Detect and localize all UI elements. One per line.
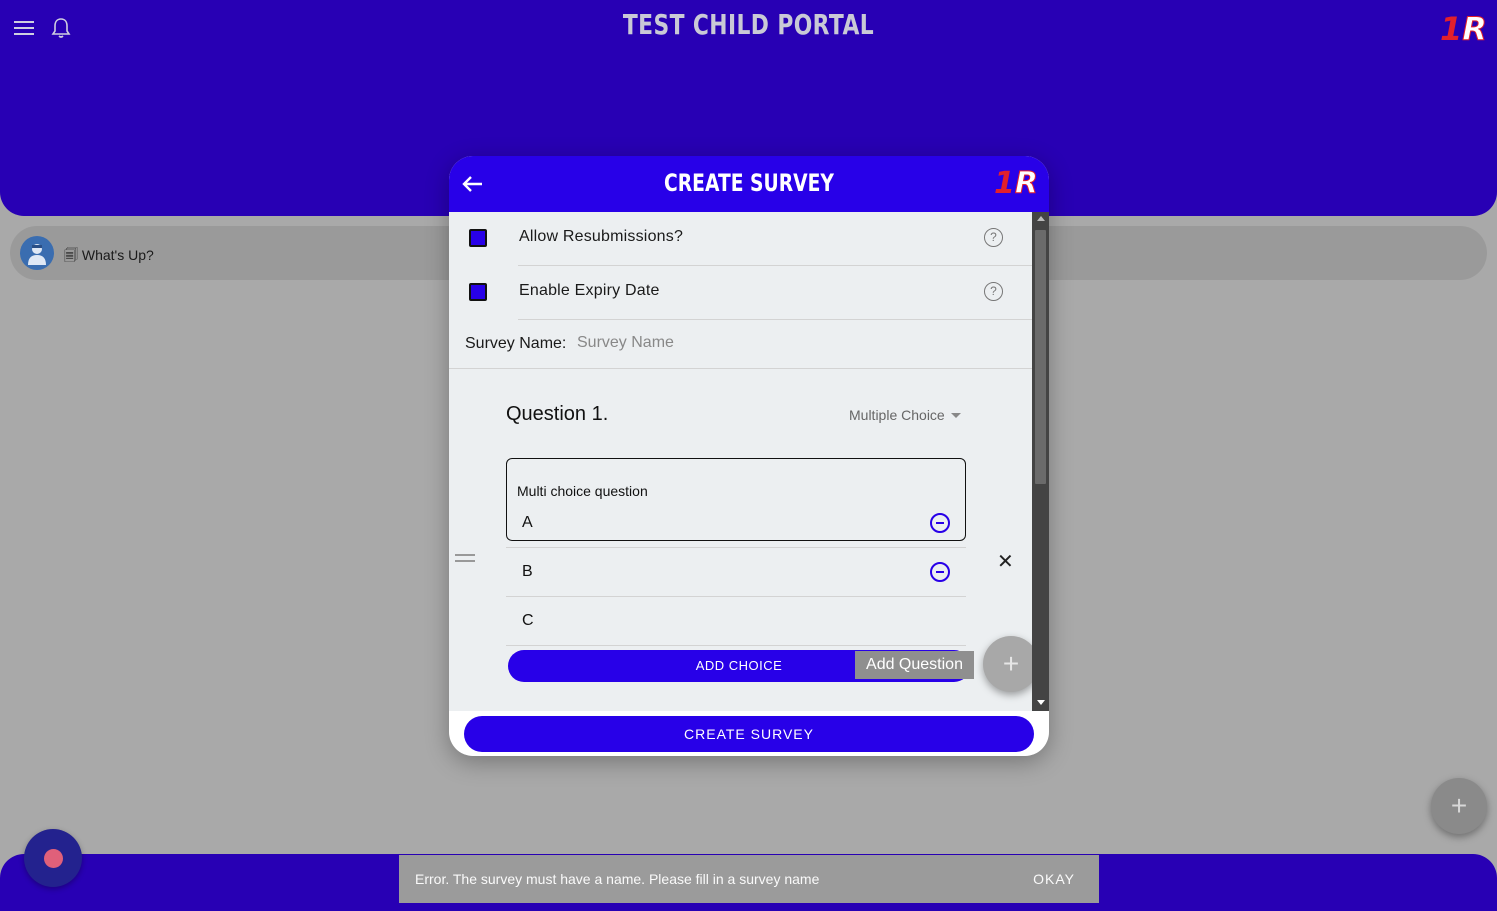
record-dot-icon — [43, 848, 63, 868]
app-logo: 1R — [1440, 10, 1488, 49]
question-title: Question 1. — [506, 403, 609, 425]
scrollbar[interactable] — [1032, 212, 1049, 711]
divider — [518, 319, 1032, 320]
choice-text[interactable]: C — [522, 612, 534, 630]
scroll-up-arrow-icon[interactable] — [1037, 216, 1045, 221]
choice-row[interactable]: A — [506, 499, 966, 548]
option-enable-expiry[interactable]: Enable Expiry Date ? — [449, 266, 1032, 320]
modal-title: CREATE SURVEY — [664, 169, 834, 197]
drag-handle-icon[interactable] — [455, 554, 475, 566]
survey-name-label: Survey Name: — [465, 335, 567, 352]
choice-text[interactable]: A — [522, 514, 533, 532]
modal-body[interactable]: Allow Resubmissions? ? Enable Expiry Dat… — [449, 212, 1032, 711]
caret-down-icon — [950, 412, 961, 418]
feed-item-text[interactable]: 🗐 What's Up? — [64, 245, 154, 269]
enable-expiry-checkbox[interactable] — [469, 283, 487, 301]
allow-resubmissions-checkbox[interactable] — [469, 229, 487, 247]
menu-icon[interactable] — [12, 16, 36, 40]
arrow-left-icon[interactable] — [459, 172, 485, 196]
modal-header: CREATE SURVEY 1R — [449, 156, 1049, 212]
create-survey-modal: CREATE SURVEY 1R Allow Resubmissions? ? … — [449, 156, 1049, 756]
question-type-select[interactable]: Multiple Choice — [849, 407, 961, 423]
logo-r: R — [1462, 10, 1488, 49]
avatar[interactable] — [20, 236, 54, 270]
choice-row[interactable]: B — [506, 548, 966, 597]
snackbar-message: Error. The survey must have a name. Plea… — [415, 871, 820, 887]
survey-name-input[interactable] — [577, 331, 1007, 355]
minus-circle-icon[interactable] — [930, 562, 950, 582]
option-label: Enable Expiry Date — [519, 282, 660, 299]
close-icon[interactable]: ✕ — [997, 549, 1014, 574]
error-snackbar: Error. The survey must have a name. Plea… — [399, 855, 1099, 903]
question-circle-icon[interactable]: ? — [984, 228, 1003, 247]
question-type-value: Multiple Choice — [849, 407, 945, 423]
scroll-down-arrow-icon[interactable] — [1037, 700, 1045, 705]
option-allow-resubmissions[interactable]: Allow Resubmissions? ? — [449, 212, 1032, 266]
logo-1: 1 — [1440, 10, 1463, 48]
add-post-button[interactable]: + — [1431, 778, 1487, 834]
minus-circle-icon[interactable] — [930, 513, 950, 533]
choice-row[interactable]: C — [506, 597, 966, 646]
add-question-tooltip: Add Question — [855, 651, 974, 679]
logo-r: R — [1014, 166, 1038, 202]
create-survey-button[interactable]: CREATE SURVEY — [464, 716, 1034, 752]
portal-title: TEST CHILD PORTAL — [622, 8, 875, 41]
question-circle-icon[interactable]: ? — [984, 282, 1003, 301]
plus-icon: + — [1002, 648, 1020, 679]
divider — [449, 368, 1032, 369]
option-label: Allow Resubmissions? — [519, 228, 684, 245]
scroll-thumb[interactable] — [1035, 230, 1046, 484]
plus-icon: + — [1450, 790, 1468, 821]
add-question-button[interactable]: + — [983, 636, 1032, 692]
choice-text[interactable]: B — [522, 563, 533, 581]
logo-1: 1 — [994, 166, 1015, 201]
snackbar-okay-button[interactable]: OKAY — [1033, 871, 1075, 887]
modal-logo: 1R — [994, 166, 1038, 202]
bell-icon[interactable] — [49, 15, 73, 41]
record-button[interactable] — [24, 829, 82, 887]
